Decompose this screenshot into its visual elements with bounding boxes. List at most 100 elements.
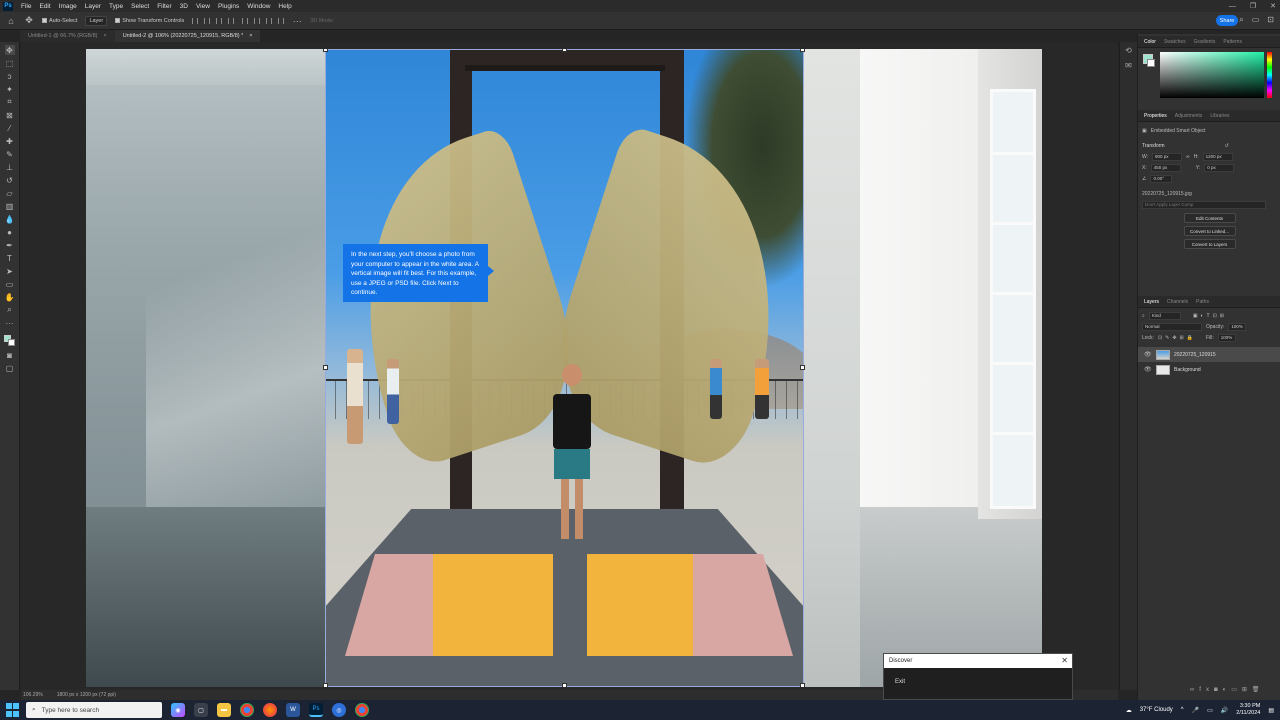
notifications-icon[interactable]: ▤ bbox=[1268, 707, 1274, 714]
menu-view[interactable]: View bbox=[192, 3, 214, 10]
magic-wand-tool-icon[interactable]: ✦ bbox=[5, 84, 15, 94]
tab-untitled-2[interactable]: Untitled-2 @ 106% (20220725_120915, RGB/… bbox=[114, 30, 261, 42]
weather-icon[interactable]: ☁ bbox=[1126, 707, 1132, 714]
convert-to-linked-button[interactable]: Convert to Linked... bbox=[1183, 226, 1236, 236]
canvas-area[interactable]: In the next step, you'll choose a photo … bbox=[21, 42, 1118, 690]
tab-swatches[interactable]: Swatches bbox=[1162, 39, 1188, 45]
kind-filter-dropdown[interactable]: Kind bbox=[1148, 311, 1181, 320]
history-brush-icon[interactable]: ↺ bbox=[5, 175, 15, 185]
fill-field[interactable]: 100% bbox=[1217, 333, 1236, 342]
lasso-tool-icon[interactable]: ↄ bbox=[5, 71, 15, 81]
angle-field[interactable]: 0.00° bbox=[1150, 174, 1173, 183]
photoshop-taskbar-icon[interactable]: Ps bbox=[309, 703, 323, 717]
width-field[interactable]: 900 px bbox=[1152, 152, 1183, 161]
stamp-tool-icon[interactable]: ⊥ bbox=[5, 162, 15, 172]
menu-3d[interactable]: 3D bbox=[176, 3, 192, 10]
type-tool-icon[interactable]: T bbox=[5, 253, 15, 263]
transform-handle-tc[interactable] bbox=[562, 49, 567, 52]
tab-adjustments[interactable]: Adjustments bbox=[1173, 113, 1205, 119]
app-icon[interactable]: ◎ bbox=[332, 703, 346, 717]
y-field[interactable]: 0 px bbox=[1204, 163, 1235, 172]
transform-handle-ml[interactable] bbox=[323, 365, 328, 370]
zoom-tool-icon[interactable]: ⌕ bbox=[5, 305, 15, 315]
dodge-tool-icon[interactable]: ● bbox=[5, 227, 15, 237]
opacity-field[interactable]: 100% bbox=[1228, 322, 1247, 331]
group-icon[interactable]: ▭ bbox=[1231, 687, 1242, 693]
chrome-icon[interactable] bbox=[240, 703, 254, 717]
menu-help[interactable]: Help bbox=[274, 3, 295, 10]
firefox-icon[interactable] bbox=[263, 703, 277, 717]
background-swatch[interactable] bbox=[1147, 59, 1155, 67]
file-explorer-icon[interactable]: ▬ bbox=[217, 703, 231, 717]
transform-handle-bc[interactable] bbox=[562, 683, 567, 687]
tab-libraries[interactable]: Libraries bbox=[1208, 113, 1231, 119]
fx-icon[interactable]: fx bbox=[1199, 687, 1214, 693]
screen-mode-icon[interactable]: ▢ bbox=[5, 363, 15, 373]
align-buttons[interactable] bbox=[192, 17, 235, 24]
share-button[interactable]: Share bbox=[1216, 15, 1238, 26]
menu-layer[interactable]: Layer bbox=[81, 3, 105, 10]
mask-icon[interactable]: ◙ bbox=[1214, 687, 1223, 693]
close-window-button[interactable]: ✕ bbox=[1270, 2, 1276, 10]
convert-to-layers-button[interactable]: Convert to Layers bbox=[1183, 239, 1236, 249]
adjustment-icon[interactable]: ◐ bbox=[1223, 687, 1232, 693]
transform-handle-tl[interactable] bbox=[323, 49, 328, 52]
tab-color[interactable]: Color bbox=[1142, 39, 1158, 45]
filter-icons[interactable]: ▣◐T⊡⊞ bbox=[1193, 313, 1227, 319]
show-transform-checkbox[interactable]: Show Transform Controls bbox=[115, 18, 184, 24]
exit-button[interactable]: Exit bbox=[884, 668, 1072, 685]
height-field[interactable]: 1200 px bbox=[1202, 152, 1233, 161]
network-icon[interactable]: ▭ bbox=[1207, 707, 1213, 714]
tab-paths[interactable]: Paths bbox=[1194, 299, 1211, 305]
edit-contents-button[interactable]: Edit Contents bbox=[1183, 213, 1236, 223]
marquee-tool-icon[interactable]: ⬚ bbox=[5, 58, 15, 68]
menu-type[interactable]: Type bbox=[105, 3, 127, 10]
zoom-level[interactable]: 106.29% bbox=[23, 692, 43, 698]
maximize-button[interactable]: ❐ bbox=[1250, 2, 1256, 10]
layer-row[interactable]: 👁 20220725_120915 bbox=[1138, 347, 1280, 362]
pen-tool-icon[interactable]: ✒ bbox=[5, 240, 15, 250]
tab-channels[interactable]: Channels bbox=[1165, 299, 1190, 305]
more-tools-icon[interactable]: ··· bbox=[5, 318, 15, 328]
new-layer-icon[interactable]: ⊞ bbox=[1242, 687, 1252, 693]
minimize-button[interactable]: — bbox=[1229, 3, 1236, 10]
layer-comp-dropdown[interactable]: Don't Apply Layer Comp bbox=[1142, 200, 1266, 209]
tab-patterns[interactable]: Patterns bbox=[1221, 39, 1244, 45]
blur-tool-icon[interactable]: 💧 bbox=[5, 214, 15, 224]
layer-row[interactable]: 👁 Background bbox=[1138, 362, 1280, 377]
tab-layers[interactable]: Layers bbox=[1142, 299, 1161, 305]
hue-slider[interactable] bbox=[1267, 52, 1272, 98]
gradient-tool-icon[interactable]: ▥ bbox=[5, 201, 15, 211]
volume-icon[interactable]: 🔊 bbox=[1221, 707, 1228, 714]
color-swatches[interactable] bbox=[3, 335, 16, 347]
move-tool-icon[interactable]: ✥ bbox=[4, 45, 15, 55]
menu-window[interactable]: Window bbox=[243, 3, 274, 10]
more-options-icon[interactable]: ··· bbox=[292, 16, 302, 26]
menu-image[interactable]: Image bbox=[55, 3, 81, 10]
task-view-icon[interactable]: ▢ bbox=[194, 703, 208, 717]
healing-brush-icon[interactable]: ✚ bbox=[5, 136, 15, 146]
eraser-tool-icon[interactable]: ▱ bbox=[5, 188, 15, 198]
weather-text[interactable]: 37°F Cloudy bbox=[1140, 707, 1173, 713]
visibility-eye-icon[interactable]: 👁 bbox=[1144, 366, 1152, 373]
copilot-icon[interactable]: ◉ bbox=[171, 703, 185, 717]
x-field[interactable]: 450 px bbox=[1150, 163, 1181, 172]
link-icon[interactable]: ∞ bbox=[1186, 154, 1190, 160]
comments-icon[interactable]: ✉ bbox=[1125, 61, 1132, 70]
reset-icon[interactable]: ↺ bbox=[1225, 143, 1229, 149]
quick-mask-icon[interactable]: ◙ bbox=[5, 350, 15, 360]
clock[interactable]: 3:30 PM 2/11/2024 bbox=[1236, 703, 1260, 717]
taskbar-search[interactable]: ⌕ Type here to search bbox=[26, 702, 162, 718]
tab-properties[interactable]: Properties bbox=[1142, 113, 1169, 119]
home-icon[interactable]: ⌂ bbox=[6, 16, 16, 26]
eyedropper-tool-icon[interactable]: ⁄ bbox=[5, 123, 15, 133]
link-layers-icon[interactable]: ∞ bbox=[1190, 687, 1199, 693]
move-tool-icon[interactable]: ✥ bbox=[24, 15, 34, 26]
background-color[interactable] bbox=[7, 339, 15, 346]
blend-mode-dropdown[interactable]: Normal bbox=[1142, 322, 1202, 331]
mic-icon[interactable]: 🎤 bbox=[1192, 707, 1199, 714]
visibility-eye-icon[interactable]: 👁 bbox=[1144, 351, 1152, 358]
placed-photo[interactable] bbox=[325, 49, 804, 687]
workspace-icon[interactable]: ▭ bbox=[1252, 15, 1260, 25]
brush-tool-icon[interactable]: ✎ bbox=[5, 149, 15, 159]
